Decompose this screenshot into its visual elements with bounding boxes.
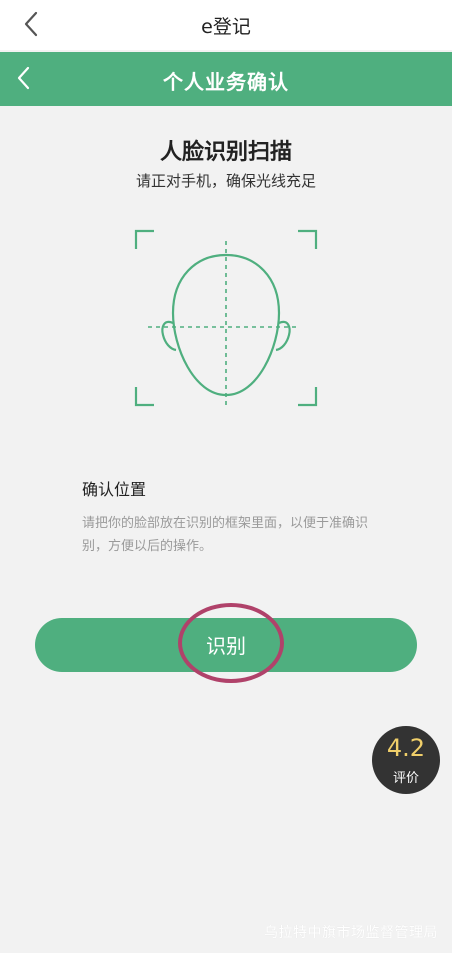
page-header: 个人业务确认 — [0, 52, 452, 106]
rating-badge[interactable]: 4.2 评价 — [372, 726, 440, 794]
scan-heading: 人脸识别扫描 — [159, 140, 292, 165]
rating-label: 评价 — [392, 771, 419, 786]
watermark-text: 乌拉特中旗市场监督管理局 — [264, 925, 438, 941]
app-title: e登记 — [201, 16, 251, 38]
position-description: 请把你的脸部放在识别的框架里面，以便于准确识别，方便以后的操作。 — [82, 516, 369, 554]
face-scan-frame — [134, 229, 318, 409]
page-title: 个人业务确认 — [163, 70, 289, 94]
recognize-button-label: 识别 — [206, 634, 246, 658]
rating-score: 4.2 — [386, 734, 426, 762]
top-navigation-bar: e登记 — [0, 0, 452, 50]
scan-subheading: 请正对手机，确保光线充足 — [135, 172, 316, 190]
recognize-button[interactable]: 识别 — [35, 618, 417, 672]
position-title: 确认位置 — [82, 480, 147, 499]
face-outline-icon — [134, 229, 318, 407]
